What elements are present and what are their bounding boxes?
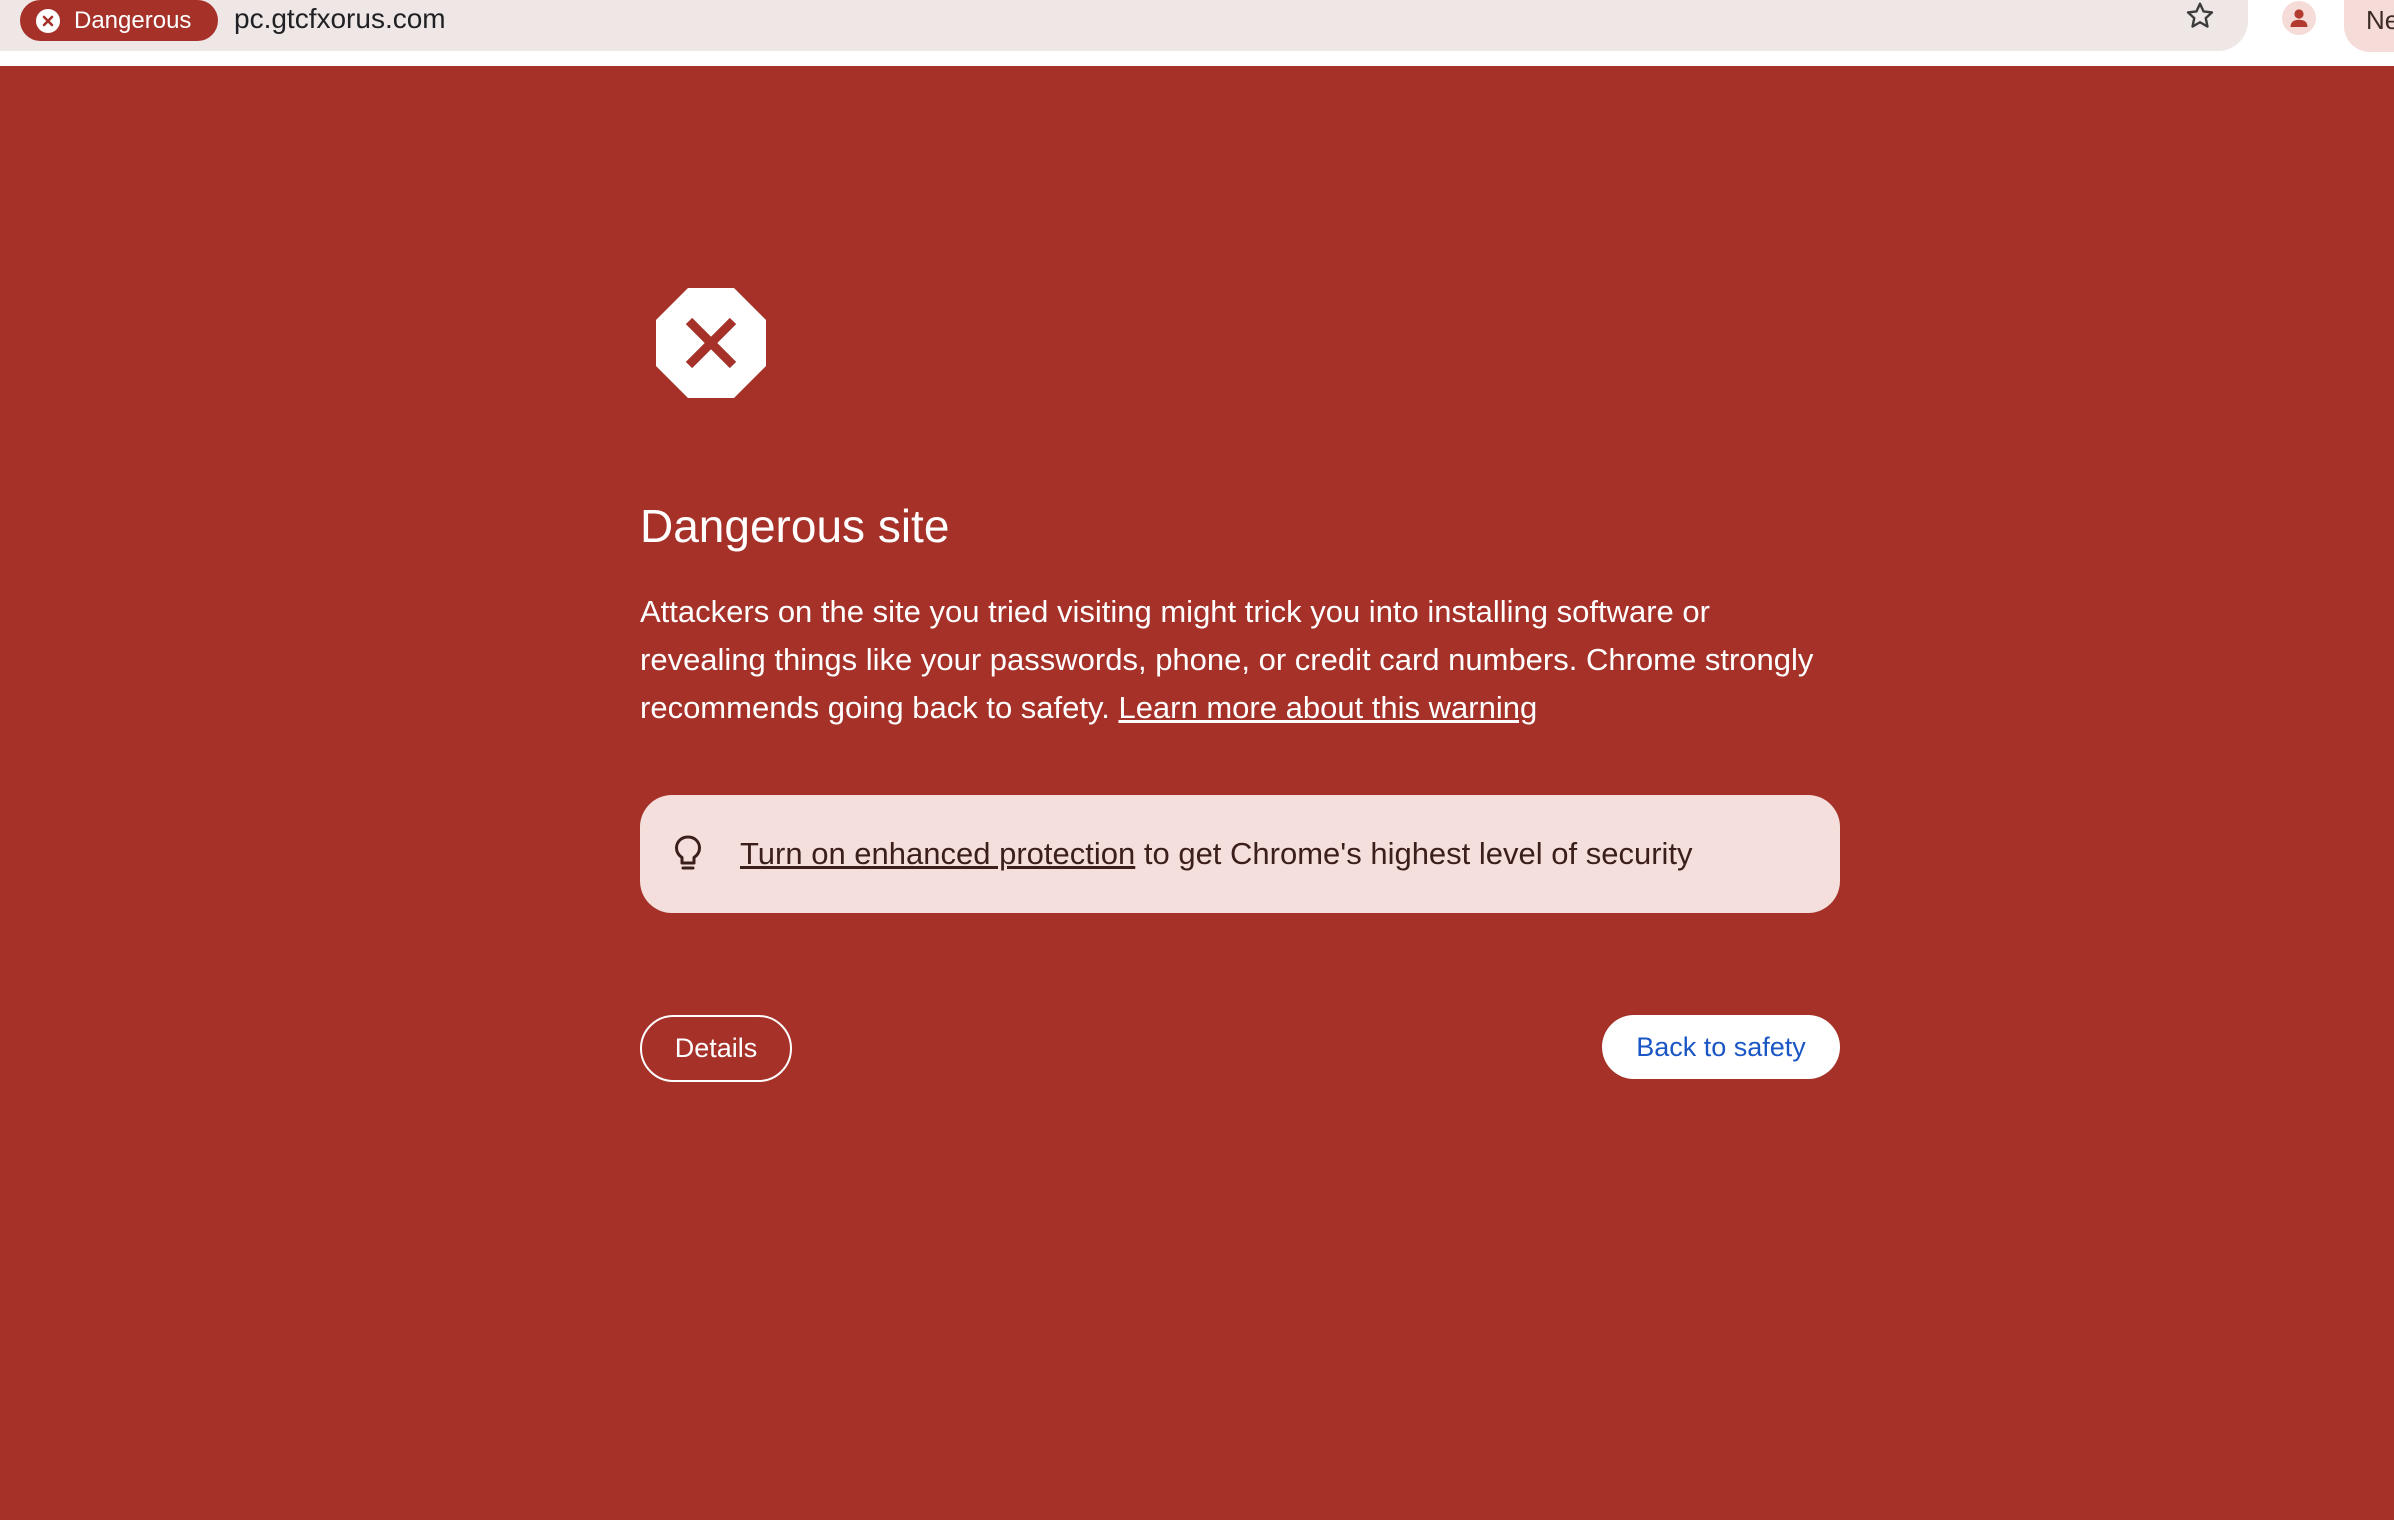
- url-text[interactable]: pc.gtcfxorus.com: [234, 0, 446, 37]
- browser-toolbar: Dangerous pc.gtcfxorus.com Ne: [0, 0, 2394, 66]
- omnibox[interactable]: Dangerous pc.gtcfxorus.com: [0, 0, 2248, 51]
- learn-more-link[interactable]: Learn more about this warning: [1118, 690, 1537, 725]
- lightbulb-icon: [670, 832, 706, 876]
- enhanced-protection-tip: Turn on enhanced protection to get Chrom…: [640, 795, 1840, 913]
- security-chip-label: Dangerous: [74, 6, 192, 34]
- star-outline-icon: [2184, 0, 2216, 37]
- security-chip[interactable]: Dangerous: [20, 0, 218, 41]
- octagon-x-icon: [656, 288, 766, 398]
- warning-description: Attackers on the site you tried visiting…: [640, 588, 1840, 732]
- bookmark-star-button[interactable]: [2178, 0, 2222, 36]
- enhanced-protection-link[interactable]: Turn on enhanced protection: [740, 836, 1135, 872]
- back-to-safety-button[interactable]: Back to safety: [1602, 1015, 1840, 1079]
- close-circle-icon: [36, 8, 60, 33]
- person-icon: [2282, 1, 2316, 35]
- tip-text: to get Chrome's highest level of securit…: [1135, 836, 1693, 871]
- profile-button[interactable]: [2277, 0, 2321, 36]
- details-button[interactable]: Details: [640, 1015, 792, 1082]
- page-title: Dangerous site: [640, 500, 950, 552]
- side-panel-button[interactable]: Ne: [2344, 0, 2394, 52]
